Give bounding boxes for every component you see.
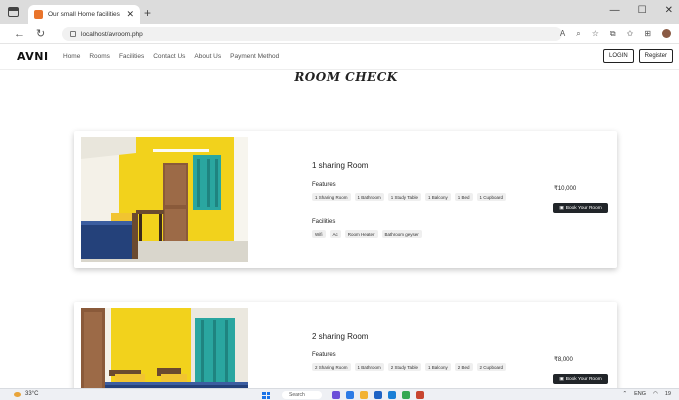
extensions-icon[interactable]: ⊞	[644, 27, 651, 41]
browser-toolbar: ← ↻ localhost/avroom.php A ⌕ ☆ ⧉ ✩ ⊞	[0, 24, 679, 44]
room-name: 1 sharing Room	[312, 161, 369, 170]
weather-temperature[interactable]: 33°C	[25, 391, 38, 397]
feature-badge: 2 Sharing Room	[312, 363, 351, 371]
nav-link-facilities[interactable]: Facilities	[119, 53, 144, 60]
window-controls: — ☐ ✕	[610, 5, 673, 16]
site-menu: Home Rooms Facilities Contact Us About U…	[63, 53, 279, 60]
workspaces-icon[interactable]	[8, 7, 19, 17]
bookmark-icon: ▣	[559, 205, 564, 211]
tray-arrow-icon[interactable]: ⌃	[623, 391, 628, 397]
close-window-button[interactable]: ✕	[665, 5, 673, 16]
weather-sun-icon	[14, 392, 21, 397]
app-icon[interactable]	[346, 391, 354, 399]
language-indicator[interactable]: ENG	[634, 391, 646, 397]
app-icon[interactable]	[332, 391, 340, 399]
xampp-icon[interactable]	[416, 391, 424, 399]
vscode-icon[interactable]	[388, 391, 396, 399]
favorites-icon[interactable]: ✩	[627, 27, 634, 41]
facility-badge: Ac	[329, 230, 341, 238]
feature-badge: 1 Cupboard	[476, 193, 507, 201]
tab-title: Our small Home facilities	[48, 11, 120, 18]
site-info-icon[interactable]	[70, 31, 76, 37]
facilities-list: Wifi Ac Room Heater Bathroom geyser	[312, 230, 422, 238]
room-photo	[81, 137, 248, 262]
wifi-icon[interactable]: ◠	[653, 391, 658, 397]
facility-badge: Wifi	[312, 230, 326, 238]
register-button[interactable]: Register	[638, 49, 673, 63]
feature-badge: 1 Balcony	[424, 193, 451, 201]
feature-badge: 1 Bathroom	[354, 193, 384, 201]
features-list: 1 Sharing Room 1 Bathroom 1 Study Table …	[312, 193, 507, 201]
browser-tab-strip: Our small Home facilities ✕ + — ☐ ✕	[0, 0, 679, 24]
folder-icon[interactable]	[360, 391, 368, 399]
feature-badge: 2 Cupboard	[476, 363, 507, 371]
nav-link-contact-us[interactable]: Contact Us	[153, 53, 185, 60]
windows-start-icon[interactable]	[262, 392, 270, 399]
feature-badge: 1 Balcony	[424, 363, 451, 371]
browser-tab[interactable]: Our small Home facilities ✕	[28, 5, 140, 24]
facility-badge: Room Heater	[344, 230, 378, 238]
chrome-icon[interactable]	[402, 391, 410, 399]
site-brand[interactable]: AVNI	[17, 50, 49, 63]
room-card: 1 sharing Room Features 1 Sharing Room 1…	[74, 131, 617, 268]
auth-buttons: LOGIN Register	[602, 49, 673, 63]
room-photo	[81, 308, 248, 400]
address-url: localhost/avroom.php	[81, 30, 143, 38]
feature-badge: 1 Bathroom	[354, 363, 384, 371]
page-title: ROOM CHECK	[294, 70, 398, 84]
book-room-label: Book Your Room	[565, 205, 602, 211]
new-tab-button[interactable]: +	[144, 7, 151, 19]
features-heading: Features	[312, 352, 336, 358]
room-price: ₹8,000	[554, 357, 573, 363]
profile-avatar[interactable]	[662, 29, 671, 38]
taskbar-search[interactable]: Search	[282, 391, 322, 399]
room-photo-graphic	[81, 137, 248, 262]
book-room-label: Book Your Room	[565, 376, 602, 382]
favorite-star-icon[interactable]: ☆	[592, 27, 599, 41]
book-room-button[interactable]: ▣ Book Your Room	[553, 203, 608, 213]
bookmark-icon: ▣	[559, 376, 564, 382]
feature-badge: 2 Study Table	[387, 363, 421, 371]
room-name: 2 sharing Room	[312, 332, 369, 341]
feature-badge: 2 Bed	[454, 363, 473, 371]
taskbar-apps	[332, 391, 424, 399]
address-bar[interactable]: localhost/avroom.php	[62, 27, 562, 41]
room-price: ₹10,000	[554, 186, 577, 192]
system-tray: ⌃ ENG ◠ 19	[623, 391, 671, 397]
clock-time[interactable]: 19	[665, 391, 671, 397]
features-heading: Features	[312, 182, 336, 188]
feature-badge: 1 Bed	[454, 193, 473, 201]
facility-badge: Bathroom geyser	[381, 230, 422, 238]
tab-close-icon[interactable]: ✕	[126, 10, 134, 19]
site-favicon-icon	[34, 10, 43, 19]
login-button[interactable]: LOGIN	[602, 49, 634, 63]
room-photo-graphic	[81, 308, 248, 400]
feature-badge: 1 Sharing Room	[312, 193, 351, 201]
feature-badge: 1 Study Table	[387, 193, 421, 201]
nav-link-payment-method[interactable]: Payment Method	[230, 53, 279, 60]
maximize-button[interactable]: ☐	[638, 5, 647, 16]
nav-link-about-us[interactable]: About Us	[194, 53, 221, 60]
os-taskbar: 33°C Search ⌃ ENG ◠ 19	[0, 388, 679, 400]
zoom-icon[interactable]: ⌕	[576, 27, 580, 41]
site-navbar: AVNI Home Rooms Facilities Contact Us Ab…	[0, 44, 679, 70]
browser-actions: A ⌕ ☆ ⧉ ✩ ⊞	[560, 27, 671, 41]
back-arrow-icon[interactable]: ←	[14, 26, 25, 42]
minimize-button[interactable]: —	[610, 5, 620, 16]
nav-link-home[interactable]: Home	[63, 53, 80, 60]
app-icon[interactable]	[374, 391, 382, 399]
collections-icon[interactable]: ⧉	[610, 27, 616, 41]
read-aloud-icon[interactable]: A	[560, 27, 565, 41]
nav-link-rooms[interactable]: Rooms	[89, 53, 110, 60]
features-list: 2 Sharing Room 1 Bathroom 2 Study Table …	[312, 363, 507, 371]
room-card: 2 sharing Room Features 2 Sharing Room 1…	[74, 302, 617, 400]
facilities-heading: Facilities	[312, 219, 336, 225]
book-room-button[interactable]: ▣ Book Your Room	[553, 374, 608, 384]
refresh-icon[interactable]: ↻	[36, 26, 45, 42]
